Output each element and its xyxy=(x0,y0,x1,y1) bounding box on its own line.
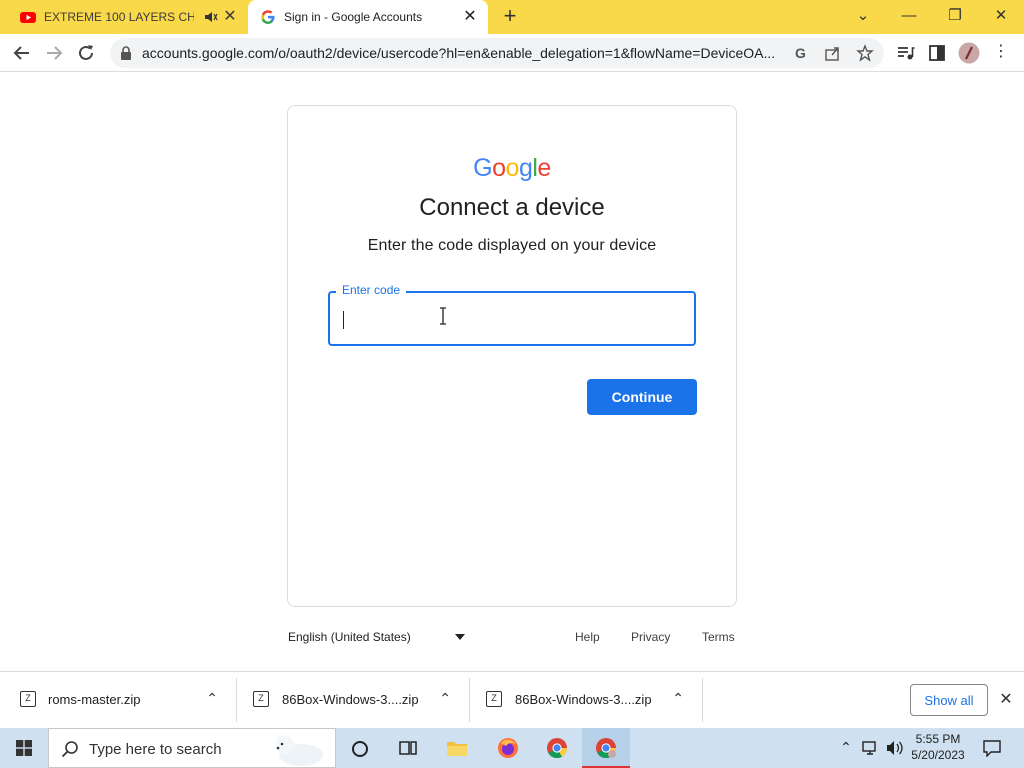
task-view-icon xyxy=(399,741,417,755)
code-field[interactable] xyxy=(328,291,696,346)
download-filename: 86Box-Windows-3....zip xyxy=(515,692,652,707)
close-tab-icon[interactable]: ✕ xyxy=(222,9,238,25)
side-panel-icon[interactable] xyxy=(926,42,948,64)
task-view-button[interactable] xyxy=(384,728,432,768)
firefox-button[interactable] xyxy=(484,728,532,768)
volume-icon[interactable] xyxy=(886,740,904,756)
network-icon[interactable] xyxy=(862,740,880,756)
restore-button[interactable]: ❐ xyxy=(940,5,970,27)
close-tab-icon[interactable]: ✕ xyxy=(462,9,478,25)
language-selector[interactable]: English (United States) xyxy=(288,630,411,644)
tab-title: EXTREME 100 LAYERS CHALL xyxy=(44,10,194,24)
chevron-up-icon[interactable]: ⌃ xyxy=(672,690,684,707)
bookmark-star-icon[interactable] xyxy=(856,44,874,62)
chevron-up-icon[interactable]: ⌃ xyxy=(439,690,451,707)
reload-icon[interactable] xyxy=(74,41,98,65)
folder-icon xyxy=(447,742,467,756)
taskbar-search[interactable]: Type here to search xyxy=(48,728,336,768)
share-icon[interactable] xyxy=(824,44,842,62)
lock-icon[interactable] xyxy=(120,46,132,60)
download-item[interactable]: Z 86Box-Windows-3....zip ⌃ xyxy=(237,678,470,722)
download-item[interactable]: Z roms-master.zip ⌃ xyxy=(0,678,237,722)
text-caret xyxy=(343,311,344,329)
address-bar[interactable]: accounts.google.com/o/oauth2/device/user… xyxy=(110,38,884,68)
cortana-button[interactable] xyxy=(336,728,384,768)
signin-card: Google Connect a device Enter the code d… xyxy=(287,105,737,607)
clock-date: 5/20/2023 xyxy=(911,748,965,762)
tab-search-button[interactable]: ⌄ xyxy=(848,5,878,27)
firefox-icon xyxy=(498,738,518,758)
file-explorer-button[interactable] xyxy=(432,728,480,768)
back-arrow-icon[interactable] xyxy=(10,41,34,65)
svg-text:G: G xyxy=(795,45,806,61)
youtube-icon xyxy=(20,12,36,23)
search-placeholder: Type here to search xyxy=(89,741,222,758)
terms-link[interactable]: Terms xyxy=(702,630,735,644)
speaker-muted-icon[interactable] xyxy=(204,11,218,23)
menu-kebab-icon[interactable]: ⋮ xyxy=(990,42,1012,64)
zip-file-icon: Z xyxy=(486,691,502,707)
show-all-button[interactable]: Show all xyxy=(910,684,988,716)
page-subtitle: Enter the code displayed on your device xyxy=(367,237,657,254)
download-filename: roms-master.zip xyxy=(48,692,141,707)
windows-taskbar: Type here to search ⌃ 5:55 PM 5/20/2023 xyxy=(0,728,1024,768)
tab-strip: EXTREME 100 LAYERS CHALL ✕ Sign in - Goo… xyxy=(0,0,1024,34)
notification-icon[interactable] xyxy=(982,739,1002,757)
zip-file-icon: Z xyxy=(253,691,269,707)
clock-time: 5:55 PM xyxy=(915,732,961,746)
close-window-button[interactable]: ✕ xyxy=(986,5,1016,27)
ibeam-cursor-icon xyxy=(440,307,446,325)
code-input[interactable] xyxy=(344,305,684,333)
start-button[interactable] xyxy=(0,728,48,768)
chevron-up-icon[interactable]: ⌃ xyxy=(838,739,854,757)
chrome-active-button[interactable] xyxy=(582,728,630,768)
chrome-icon xyxy=(547,738,568,759)
chrome-button[interactable] xyxy=(533,728,581,768)
google-logo: Google xyxy=(473,154,551,182)
privacy-link[interactable]: Privacy xyxy=(631,630,670,644)
code-field-label: Enter code xyxy=(336,283,407,297)
search-icon xyxy=(61,741,78,758)
media-control-icon[interactable] xyxy=(894,42,916,64)
forward-arrow-icon[interactable] xyxy=(42,41,66,65)
profile-avatar-icon[interactable] xyxy=(958,42,980,64)
page-title: Connect a device xyxy=(419,194,605,221)
tab-title: Sign in - Google Accounts xyxy=(284,10,423,24)
chevron-up-icon[interactable]: ⌃ xyxy=(206,690,218,707)
url-text[interactable]: accounts.google.com/o/oauth2/device/user… xyxy=(142,38,792,68)
download-bar: Z roms-master.zip ⌃ Z 86Box-Windows-3...… xyxy=(0,671,1024,728)
zip-file-icon: Z xyxy=(20,691,36,707)
system-clock[interactable]: 5:55 PM 5/20/2023 xyxy=(908,731,968,763)
continue-button[interactable]: Continue xyxy=(587,379,697,415)
windows-logo-icon xyxy=(16,740,32,756)
chrome-icon xyxy=(596,738,617,759)
new-tab-button[interactable]: + xyxy=(500,5,520,27)
minimize-button[interactable]: — xyxy=(894,5,924,27)
google-lens-icon[interactable]: G xyxy=(792,44,810,62)
help-link[interactable]: Help xyxy=(575,630,600,644)
tab-youtube[interactable]: EXTREME 100 LAYERS CHALL ✕ xyxy=(0,0,248,34)
browser-toolbar: accounts.google.com/o/oauth2/device/user… xyxy=(0,34,1024,72)
google-g-icon xyxy=(261,10,275,24)
dropdown-arrow-icon[interactable] xyxy=(455,634,465,640)
tab-google-signin[interactable]: Sign in - Google Accounts ✕ xyxy=(248,0,488,34)
polar-bear-icon xyxy=(276,734,323,766)
download-filename: 86Box-Windows-3....zip xyxy=(282,692,419,707)
close-download-bar-icon[interactable]: ✕ xyxy=(996,690,1016,710)
cortana-circle-icon xyxy=(352,741,368,757)
download-item[interactable]: Z 86Box-Windows-3....zip ⌃ xyxy=(470,678,703,722)
